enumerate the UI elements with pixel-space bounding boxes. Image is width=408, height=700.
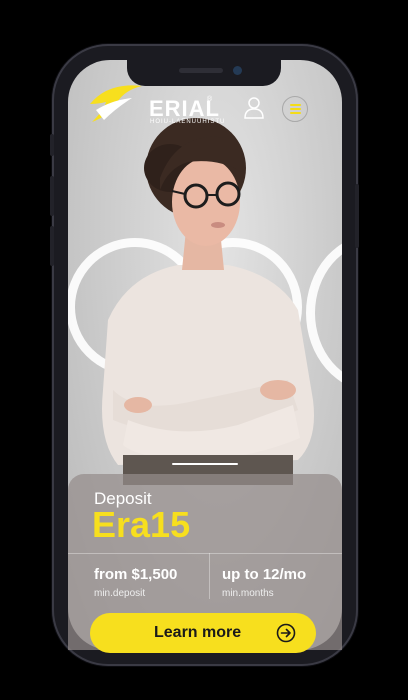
phone-volume-up	[50, 176, 54, 216]
phone-mute-switch	[50, 134, 54, 156]
arrow-right-icon	[276, 623, 296, 643]
learn-more-label: Learn more	[154, 624, 242, 641]
min-deposit-value: from $1,500	[94, 566, 178, 583]
card-divider-vertical	[209, 553, 210, 599]
bird-logo-icon[interactable]	[86, 80, 146, 126]
phone-notch	[127, 60, 281, 86]
product-title: Era15	[92, 504, 191, 545]
hero-slider-indicator[interactable]	[172, 463, 238, 465]
phone-power-button	[355, 184, 359, 248]
hamburger-menu-icon[interactable]	[282, 96, 308, 122]
learn-more-button[interactable]: Learn more	[90, 613, 316, 653]
front-camera	[233, 66, 242, 75]
min-months-value: up to 12/mo	[222, 566, 307, 583]
min-months-label: min.months	[222, 588, 274, 599]
min-deposit-label: min.deposit	[94, 588, 146, 599]
brand-registered-mark: ®	[207, 96, 213, 103]
user-icon[interactable]	[243, 96, 265, 120]
speaker-grille	[179, 68, 223, 73]
phone-volume-down	[50, 226, 54, 266]
brand-subtitle: HOIU-LAENUÜHISTU	[150, 119, 226, 125]
card-divider-horizontal	[68, 553, 342, 554]
